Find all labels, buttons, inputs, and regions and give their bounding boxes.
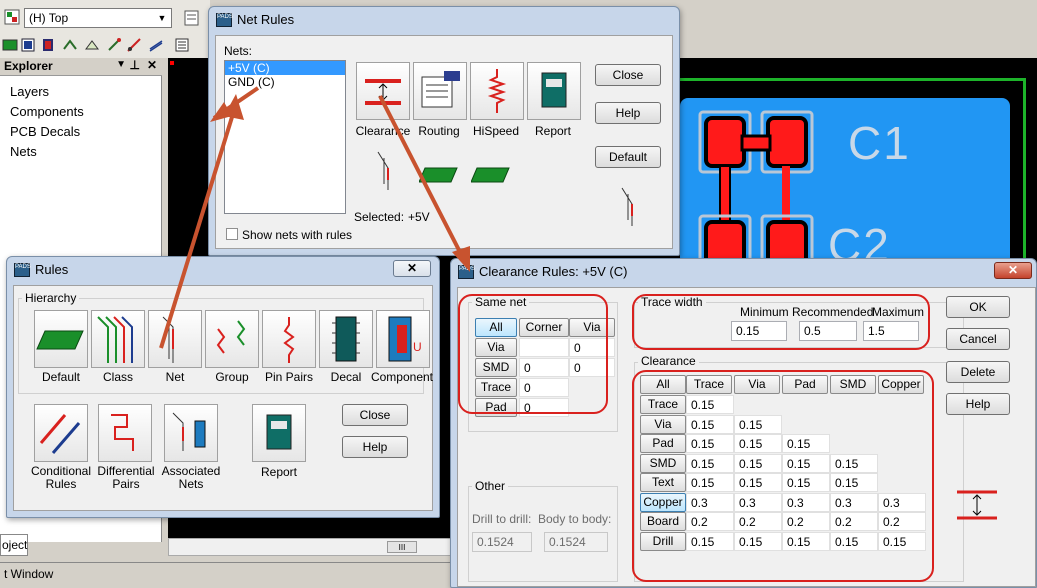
arrow-net-to-netrules: [159, 94, 244, 349]
annotation-arrows: [159, 86, 470, 349]
arrow-clearance-to-dialog: [378, 95, 470, 272]
